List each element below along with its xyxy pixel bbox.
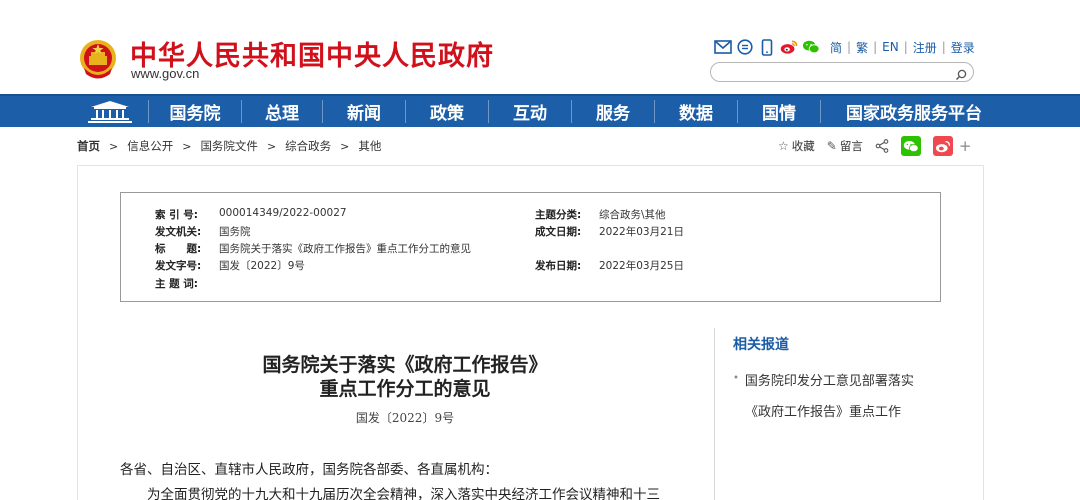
meta-category-value: 综合政务\其他 (599, 209, 666, 221)
meta-category-label: 主题分类: (535, 209, 582, 221)
related-report-line1: 国务院印发分工意见部署落实 (744, 374, 914, 389)
nav-item-national-info[interactable]: 国情 (738, 96, 820, 127)
meta-issuer-value: 国务院 (219, 226, 251, 238)
meta-docno-row: 发文字号: 国发〔2022〕9号 (155, 258, 305, 273)
mobile-icon[interactable] (758, 38, 776, 56)
site-domain: www.gov.cn (131, 66, 200, 81)
site-header: 中华人民共和国中央人民政府 www.gov.cn 简 | 繁 | EN | 注册… (0, 0, 1080, 94)
nav-home-icon[interactable] (72, 96, 148, 127)
breadcrumb-info-disclosure[interactable]: 信息公开 (127, 138, 173, 154)
search-input[interactable] (721, 64, 951, 80)
chevron-right-icon: > (266, 139, 277, 153)
sidebar-divider (714, 328, 715, 500)
meta-docno-label: 发文字号: (155, 260, 202, 272)
meta-title-value: 国务院关于落实《政府工作报告》重点工作分工的意见 (219, 243, 471, 255)
article-paragraph: 各省、自治区、直辖市人民政府，国务院各部委、各直属机构： (120, 462, 498, 478)
weibo-icon[interactable] (780, 38, 798, 56)
nav-item-services[interactable]: 服务 (572, 96, 654, 127)
nav-item-premier[interactable]: 总理 (242, 96, 322, 127)
wechat-icon[interactable] (802, 38, 820, 56)
collect-button[interactable]: ☆ 收藏 (778, 138, 815, 154)
meta-index-value: 000014349/2022-00027 (219, 207, 347, 219)
meta-written-label: 成文日期: (535, 226, 582, 238)
more-share-icon[interactable]: + (959, 137, 972, 155)
lang-simplified-link[interactable]: 简 (830, 39, 842, 56)
article-title-line2: 重点工作分工的意见 (319, 378, 491, 400)
share-icon[interactable] (875, 139, 889, 153)
meta-published-value: 2022年03月25日 (599, 260, 684, 272)
article-title: 国务院关于落实《政府工作报告》 重点工作分工的意见 (120, 353, 690, 401)
wechat-share-icon[interactable] (900, 136, 921, 156)
main-nav: 国务院 总理 新闻 政策 互动 服务 数据 国情 国家政务服务平台 (0, 94, 1080, 127)
chevron-right-icon: > (109, 139, 119, 153)
meta-keywords-row: 主 题 词: (155, 276, 219, 291)
meta-keywords-label: 主 题 词: (155, 278, 199, 290)
breadcrumb: 首页 > 信息公开 > 国务院文件 > 综合政务 > 其他 (77, 138, 381, 154)
chevron-right-icon: > (182, 139, 192, 153)
meta-written-value: 2022年03月21日 (599, 226, 684, 238)
breadcrumb-general-affairs[interactable]: 综合政务 (285, 138, 331, 154)
related-reports-title: 相关报道 (733, 337, 789, 353)
comment-label: 留言 (839, 139, 863, 153)
document-meta-box: 索 引 号: 000014349/2022-00027 主题分类: 综合政务\其… (120, 192, 941, 302)
share-bar: ☆ 收藏 ✎ 留言 + (778, 136, 971, 156)
breadcrumb-other[interactable]: 其他 (358, 138, 381, 154)
meta-category-row: 主题分类: 综合政务\其他 (535, 207, 666, 222)
nav-item-service-platform[interactable]: 国家政务服务平台 (821, 96, 1007, 127)
article-paragraph: 为全面贯彻党的十九大和十九届历次全会精神，深入落实中央经济工作会议精神和十三 (120, 487, 660, 500)
star-icon: ☆ (778, 139, 789, 153)
breadcrumb-state-council-docs[interactable]: 国务院文件 (200, 138, 258, 154)
related-report-line2: 《政府工作报告》重点工作 (745, 405, 902, 420)
article-title-line1: 国务院关于落实《政府工作报告》 (262, 354, 548, 376)
meta-published-row: 发布日期: 2022年03月25日 (535, 258, 684, 273)
national-emblem-icon[interactable] (78, 38, 118, 80)
search-box (710, 62, 974, 82)
article-doc-number: 国发〔2022〕9号 (355, 411, 455, 425)
meta-issuer-label: 发文机关: (155, 226, 202, 238)
bullet-icon: • (733, 373, 739, 384)
lang-traditional-link[interactable]: 繁 (856, 39, 868, 56)
meta-issuer-row: 发文机关: 国务院 (155, 224, 251, 239)
chevron-right-icon: > (340, 139, 350, 153)
nav-item-interaction[interactable]: 互动 (489, 96, 571, 127)
meta-index-row: 索 引 号: 000014349/2022-00027 (155, 207, 347, 222)
breadcrumb-home[interactable]: 首页 (77, 138, 100, 154)
nav-item-news[interactable]: 新闻 (323, 96, 405, 127)
top-toolbar: 简 | 繁 | EN | 注册 | 登录 (714, 38, 975, 56)
message-icon[interactable] (736, 38, 754, 56)
comment-button[interactable]: ✎ 留言 (827, 138, 863, 154)
meta-published-label: 发布日期: (535, 260, 582, 272)
related-report-link[interactable]: • 国务院印发分工意见部署落实 《政府工作报告》重点工作 (733, 363, 963, 428)
lang-english-link[interactable]: EN (882, 40, 899, 54)
register-link[interactable]: 注册 (913, 39, 937, 56)
collect-label: 收藏 (791, 139, 815, 153)
nav-item-policy[interactable]: 政策 (406, 96, 488, 127)
meta-index-label: 索 引 号: (155, 209, 199, 221)
nav-item-state-council[interactable]: 国务院 (149, 96, 241, 127)
meta-written-row: 成文日期: 2022年03月21日 (535, 224, 684, 239)
search-icon[interactable] (955, 66, 967, 80)
meta-title-label: 标 题: (155, 243, 202, 255)
meta-title-row: 标 题: 国务院关于落实《政府工作报告》重点工作分工的意见 (155, 241, 471, 256)
nav-item-data[interactable]: 数据 (655, 96, 737, 127)
pencil-icon: ✎ (826, 139, 837, 153)
login-link[interactable]: 登录 (951, 39, 975, 56)
weibo-share-icon[interactable] (932, 136, 953, 156)
mail-icon[interactable] (714, 38, 732, 56)
meta-docno-value: 国发〔2022〕9号 (219, 260, 305, 272)
language-login-links: 简 | 繁 | EN | 注册 | 登录 (830, 39, 975, 56)
